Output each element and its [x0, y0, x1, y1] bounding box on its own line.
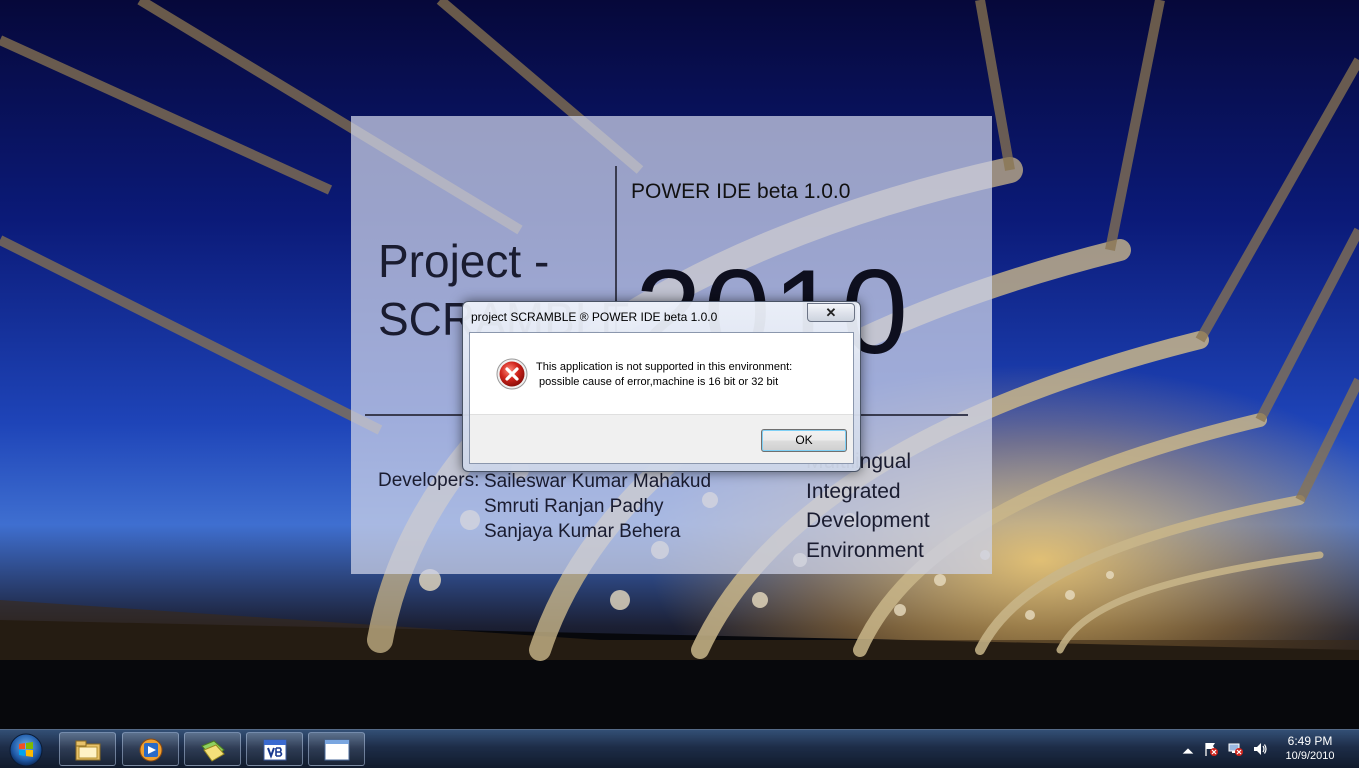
- network-icon[interactable]: [1228, 741, 1244, 757]
- developer-name: Saileswar Kumar Mahakud: [484, 471, 712, 492]
- tagline-line: Development: [806, 509, 930, 532]
- action-center-flag-icon[interactable]: [1203, 741, 1219, 757]
- volume-icon[interactable]: [1252, 741, 1268, 757]
- taskbar-window-button[interactable]: [308, 732, 365, 766]
- folders-icon: [201, 740, 225, 762]
- media-player-icon: [139, 738, 163, 762]
- error-message-line: possible cause of error,machine is 16 bi…: [536, 376, 779, 388]
- tagline-line: Integrated: [806, 479, 901, 503]
- tagline-line: Environment: [806, 538, 924, 562]
- project-line-1: Project -: [378, 235, 550, 287]
- developers-list: Saileswar Kumar Mahakud Smruti Ranjan Pa…: [484, 469, 711, 544]
- dialog-message-area: This application is not supported in thi…: [470, 333, 853, 414]
- system-clock[interactable]: 6:49 PM 10/9/2010: [1276, 734, 1344, 764]
- taskbar: 6:49 PM 10/9/2010: [0, 729, 1359, 768]
- dialog-title: project SCRAMBLE ® POWER IDE beta 1.0.0: [471, 310, 718, 324]
- taskbar-media-player-button[interactable]: [122, 732, 179, 766]
- window-icon: [324, 739, 350, 761]
- developers-label: Developers:: [378, 470, 480, 491]
- close-button[interactable]: ✕: [807, 303, 855, 322]
- file-explorer-icon: [75, 740, 101, 761]
- taskbar-visual-basic-button[interactable]: [246, 732, 303, 766]
- taskbar-folders-button[interactable]: [184, 732, 241, 766]
- taskbar-explorer-button[interactable]: [59, 732, 116, 766]
- error-message: This application is not supported in thi…: [536, 360, 792, 390]
- clock-time: 6:49 PM: [1287, 734, 1333, 748]
- error-dialog: project SCRAMBLE ® POWER IDE beta 1.0.0 …: [462, 301, 861, 472]
- developer-name: Sanjaya Kumar Behera: [484, 521, 681, 542]
- error-icon: [496, 358, 528, 390]
- error-message-line: This application is not supported in thi…: [536, 361, 793, 373]
- visual-basic-icon: [263, 739, 287, 761]
- developer-name: Smruti Ranjan Padhy: [484, 496, 664, 517]
- dialog-button-bar: OK: [470, 414, 853, 463]
- ok-button[interactable]: OK: [761, 429, 847, 452]
- clock-date: 10/9/2010: [1285, 750, 1335, 762]
- dialog-body: This application is not supported in thi…: [469, 332, 854, 464]
- windows-orb-icon[interactable]: [6, 731, 46, 768]
- show-hidden-icons-arrow[interactable]: [1180, 743, 1196, 759]
- splash-title: POWER IDE beta 1.0.0: [631, 180, 851, 203]
